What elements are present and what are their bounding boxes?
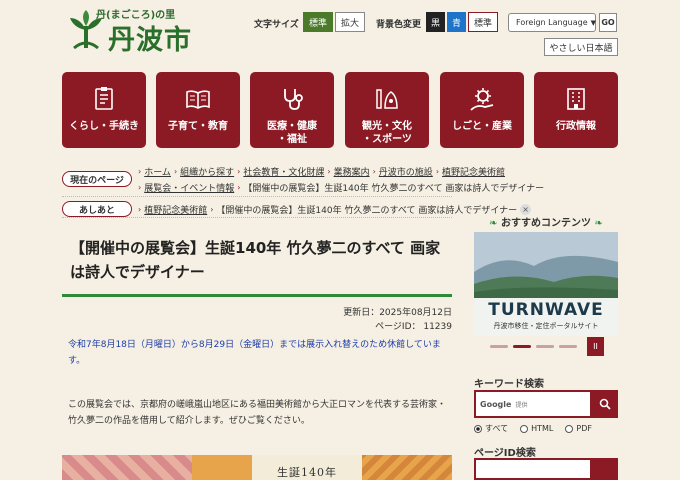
language-select[interactable]: Foreign Language ▼ [508,13,596,32]
recommended-title-text: おすすめコンテンツ [501,218,591,229]
breadcrumb-row-2: › 展覧会・イベント情報 › 【開催中の展覧会】生誕140年 竹久夢二のすべて 画家… [138,181,544,194]
current-page-label: 現在のページ [62,171,132,187]
radio-html[interactable]: HTML [520,424,553,433]
page-id-input[interactable] [474,458,592,480]
keyword-search-button[interactable] [591,390,618,418]
nav-tile-label: 行政情報 [556,121,596,132]
chevron-right-icon: › [237,183,241,192]
carousel-dot-active[interactable] [513,345,531,348]
language-go-button[interactable]: GO [599,13,617,32]
nav-tile-administration[interactable]: 行政情報 [534,72,618,148]
nav-tile-health[interactable]: 医療・健康 ・福祉 [250,72,334,148]
carousel-dot[interactable] [559,345,577,348]
font-normal-button[interactable]: 標準 [303,12,333,32]
google-label: Google [480,399,512,409]
article-body: この展覧会では、京都府の嵯峨嵐山地区にある福田美術館から大正ロマンを代表する芸術… [68,400,447,426]
page-title: 【開催中の展覧会】生誕140年 竹久夢二のすべて 画家は詩人でデザイナー [70,239,441,281]
art-icon [376,89,398,109]
carousel-pause-button[interactable]: II [587,337,604,356]
bg-color-label: 背景色変更 [376,20,422,30]
nav-tile-childcare[interactable]: 子育て・教育 [156,72,240,148]
chevron-right-icon: › [237,167,241,176]
leaf-icon: ❧ [489,218,498,229]
nav-tile-culture[interactable]: 観光・文化 ・スポーツ [345,72,429,148]
font-size-label: 文字サイズ [254,20,299,30]
chevron-right-icon: › [138,205,142,214]
breadcrumb-link-business[interactable]: 業務案内 [334,165,370,178]
nav-tile-label: 観光・文化 ・スポーツ [362,121,412,145]
radio-all[interactable]: すべて [474,423,508,434]
title-underline [62,294,452,297]
chevron-right-icon: › [372,167,376,176]
nav-tile-living[interactable]: くらし・手続き [62,72,146,148]
recommended-title: ❧ おすすめコンテンツ ❧ [476,214,616,229]
nav-tile-label: くらし・手続き [69,121,139,132]
chevron-right-icon: › [210,205,214,214]
history-current: 【開催中の展覧会】生誕140年 竹久夢二のすべて 画家は詩人でデザイナー [216,206,518,216]
bg-blue-button[interactable]: 青 [447,12,466,32]
nav-tile-work[interactable]: しごと・産業 [440,72,524,148]
breadcrumb-link-events[interactable]: 展覧会・イベント情報 [144,181,234,194]
book-icon [186,90,210,109]
building-icon [567,88,585,110]
history-link-museum[interactable]: 植野記念美術館 [144,203,207,216]
search-scope: すべて HTML PDF [474,423,592,434]
gear-hand-icon [470,88,494,111]
turnwave-caption: 丹波市移住・定住ポータルサイト [493,322,599,330]
chevron-right-icon: › [435,167,440,176]
breadcrumb-link-organization[interactable]: 組織から探す [180,165,234,178]
keyword-search-title: キーワード検索 [474,379,544,390]
page-id-search-button[interactable] [591,458,618,480]
banner-text: 生誕140年 [252,455,362,480]
history-label: あしあと [62,201,132,217]
chevron-down-icon: ▼ [590,18,597,27]
carousel-dot[interactable] [490,345,508,348]
search-icon [599,398,611,410]
page-id-search-title: ページID検索 [474,448,536,459]
leaf-icon: ❧ [594,218,603,229]
updated-date: 更新日：2025年08月12日 [343,308,452,318]
breadcrumb-link-museum[interactable]: 植野記念美術館 [442,165,505,178]
breadcrumb-current: 【開催中の展覧会】生誕140年 竹久夢二のすべて 画家は詩人でデザイナー [243,184,545,194]
page-id: ページID： 11239 [375,322,452,332]
divider [62,196,452,197]
google-sub: 提供 [515,401,528,409]
breadcrumb-link-facilities[interactable]: 丹波市の施設 [379,165,433,178]
turnwave-banner[interactable]: TURNWAVE 丹波市移住・定住ポータルサイト [474,232,618,336]
breadcrumb-link-home[interactable]: ホーム [144,165,171,178]
document-icon [95,87,113,110]
divider [62,217,452,218]
radio-pdf[interactable]: PDF [565,424,592,433]
carousel-dot[interactable] [536,345,554,348]
chevron-right-icon: › [173,167,178,176]
easy-japanese-button[interactable]: やさしい日本語 [544,38,618,56]
turnwave-brand: TURNWAVE [488,300,604,320]
bg-black-button[interactable]: 黒 [426,12,445,32]
breadcrumb-row-1: › ホーム › 組織から探す › 社会教育・文化財課 › 業務案内 › 丹波市の施設 › 植… [138,165,505,178]
keyword-search-input[interactable]: Google 提供 [474,390,592,418]
history-row: › 植野記念美術館 › 【開催中の展覧会】生誕140年 竹久夢二のすべて 画家は詩人… [138,203,532,216]
stethoscope-icon [284,89,303,110]
logo-title[interactable]: 丹波市 [108,18,192,57]
font-large-button[interactable]: 拡大 [335,12,365,32]
chevron-right-icon: › [327,167,331,176]
nav-tile-label: 子育て・教育 [168,121,228,132]
bg-normal-button[interactable]: 標準 [468,12,498,32]
language-label: Foreign Language [516,18,588,27]
chevron-right-icon: › [138,183,142,192]
exhibition-banner-image: 生誕140年 [62,455,452,480]
nav-tile-label: しごと・産業 [452,121,512,132]
chevron-right-icon: › [138,167,142,176]
closure-notice: 令和7年8月18日（月曜日）から8月29日（金曜日）までは展示入れ替えのため休館… [68,340,441,366]
nav-tile-label: 医療・健康 ・福祉 [267,121,317,145]
breadcrumb-link-department[interactable]: 社会教育・文化財課 [243,165,324,178]
